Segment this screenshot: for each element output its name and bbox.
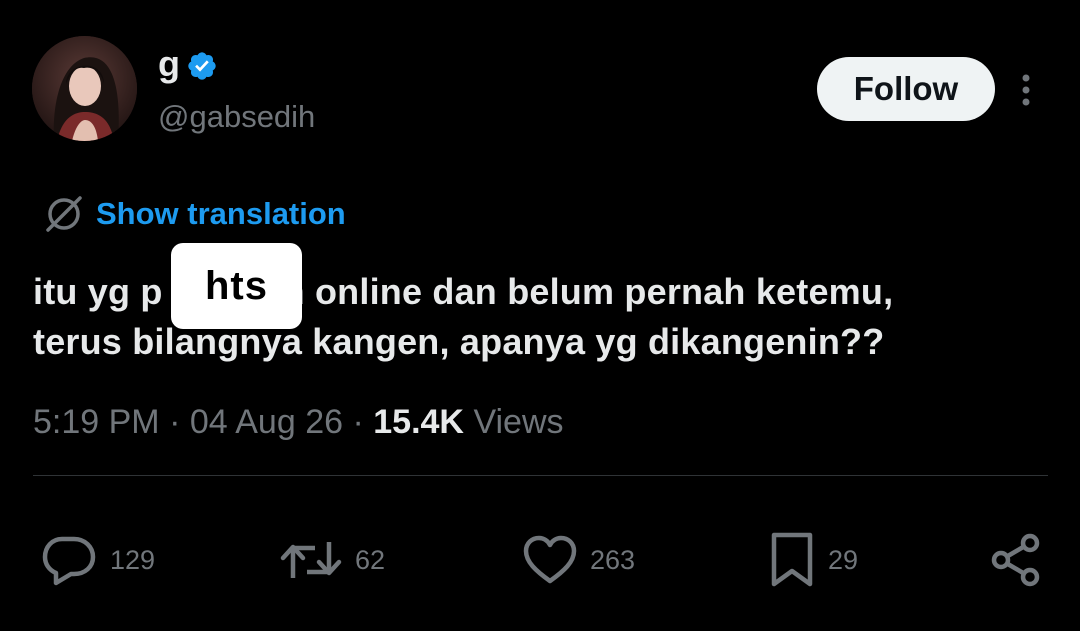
retweet-icon [280,542,342,578]
follow-button[interactable]: Follow [817,57,995,121]
more-options-button[interactable] [1010,70,1042,110]
heart-icon [523,535,577,584]
tweet-date[interactable]: 04 Aug 26 [190,403,343,441]
reply-icon [42,536,96,586]
translation-row[interactable]: Show translation [44,192,346,236]
share-button[interactable] [988,530,1044,590]
views-label: Views [473,403,564,441]
retweet-button[interactable]: 62 [279,530,385,590]
reply-button[interactable]: 129 [40,530,155,590]
tweet-time[interactable]: 5:19 PM [33,403,160,441]
tweet-meta: 5:19 PM · 04 Aug 26 · 15.4K Views [33,398,564,446]
bookmark-icon [771,532,813,587]
share-icon [991,533,1040,587]
verified-badge-icon [188,52,216,80]
views-count: 15.4K [373,403,464,441]
globe-icon [46,196,82,232]
bookmark-count: 29 [828,545,859,575]
user-handle[interactable]: @gabsedih [158,96,315,138]
show-translation-link[interactable]: Show translation [96,196,346,232]
retweet-count: 62 [355,545,386,575]
display-name[interactable]: g [158,40,180,88]
hts-sticker: hts [171,243,302,329]
avatar[interactable] [32,36,137,141]
reply-count: 129 [110,545,156,575]
like-count: 263 [590,545,636,575]
tweet-line-1-start: itu yg p [33,271,163,312]
profile-photo [32,36,137,141]
divider [33,475,1048,476]
vertical-ellipsis-icon [1022,74,1030,106]
bookmark-button[interactable]: 29 [768,530,858,590]
meta-separator: · [169,403,181,441]
like-button[interactable]: 263 [522,530,635,590]
meta-separator: · [352,403,364,441]
tweet-line-1-end: n online dan belum pernah ketemu, [282,271,894,312]
